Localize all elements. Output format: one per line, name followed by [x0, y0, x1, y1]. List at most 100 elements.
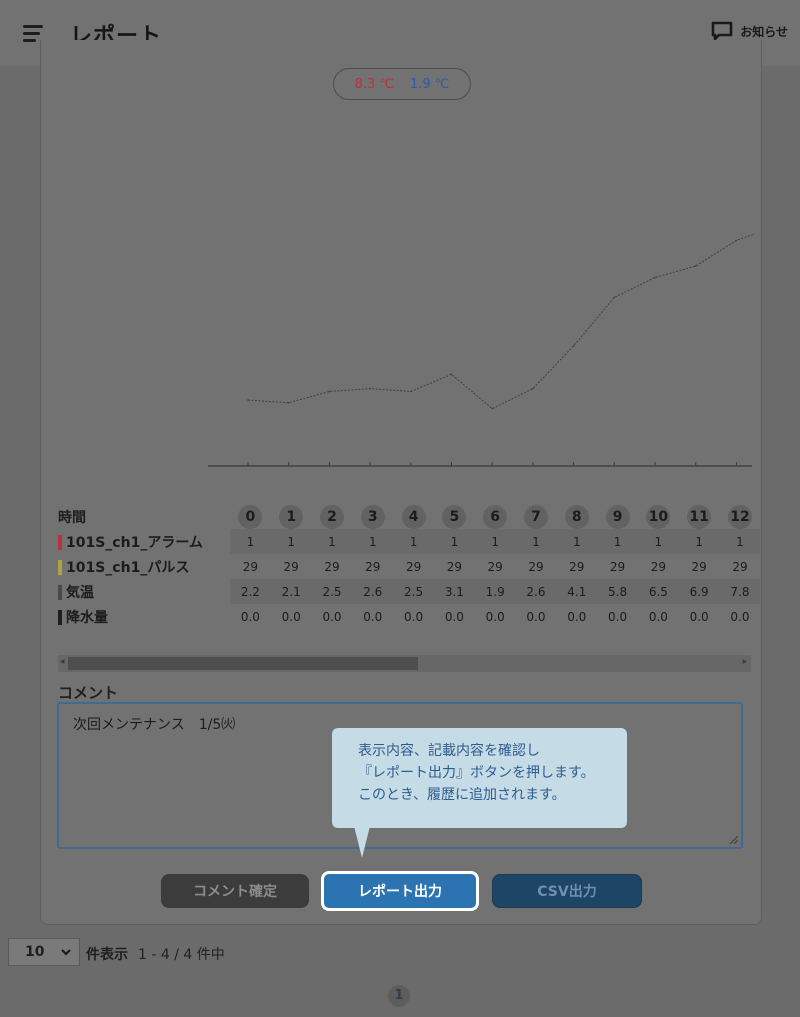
table-cell: 5.8 — [597, 579, 638, 604]
table-cell: 29 — [487, 559, 503, 574]
table-cell: 0.0 — [322, 609, 342, 624]
series-line-temperature — [247, 233, 755, 410]
hour-header: 6 — [483, 504, 508, 529]
data-point — [654, 276, 656, 279]
table-cell: 2.1 — [270, 579, 312, 604]
chat-bubble-icon — [711, 21, 733, 41]
table-row: 101S_ch1_アラーム 1 1 1 1 1 1 1 1 1 1 1 1 1 — [58, 529, 761, 554]
table-cell: 1 — [556, 529, 598, 554]
table-cell: 29 — [569, 559, 585, 574]
table-cell: 1 — [678, 529, 720, 554]
series-marker — [58, 559, 62, 575]
hour-header: 10 — [646, 504, 671, 529]
table-cell: 1 — [515, 529, 557, 554]
series-marker — [58, 609, 62, 625]
notice-label: お知らせ — [740, 24, 788, 39]
data-point — [410, 390, 412, 393]
table-cell: 0.0 — [567, 609, 587, 624]
data-table: 時間 0 1 2 3 4 5 6 7 8 9 10 11 12 101S_ch1… — [58, 504, 761, 629]
table-cell: 0.0 — [485, 609, 505, 624]
temperature-chart — [208, 233, 755, 467]
series-marker — [58, 534, 62, 550]
series-marker — [58, 584, 62, 600]
table-cell: 2.6 — [515, 579, 557, 604]
resize-grip-icon[interactable] — [728, 834, 738, 844]
table-cell: 29 — [732, 559, 748, 574]
horizontal-scrollbar[interactable]: ◂ ▸ — [58, 655, 751, 672]
hour-header: 7 — [523, 504, 548, 529]
row-label-text: 101S_ch1_アラーム — [66, 534, 203, 551]
table-cell: 7.8 — [719, 579, 761, 604]
hour-header: 4 — [401, 504, 426, 529]
csv-output-button[interactable]: CSV出力 — [492, 874, 642, 908]
hour-header: 9 — [605, 504, 630, 529]
data-point — [491, 407, 494, 410]
per-page-select[interactable]: 10 — [8, 938, 80, 966]
table-cell: 29 — [242, 559, 259, 574]
data-point — [572, 345, 575, 347]
table-cell: 0.0 — [689, 609, 709, 624]
row-label-text: 気温 — [66, 584, 94, 601]
data-point — [532, 387, 534, 390]
table-cell: 29 — [283, 559, 299, 574]
table-cell: 29 — [691, 559, 707, 574]
table-cell: 0.0 — [526, 609, 546, 624]
hour-header: 12 — [727, 504, 752, 529]
hour-header: 3 — [360, 504, 385, 529]
table-cell: 1 — [230, 529, 271, 554]
tooltip-line: このとき、履歴に追加されます。 — [358, 787, 566, 803]
data-point — [694, 265, 697, 267]
comment-confirm-button[interactable]: コメント確定 — [161, 874, 309, 908]
scroll-thumb[interactable] — [68, 657, 418, 670]
row-label: 101S_ch1_パルス — [58, 554, 230, 579]
table-cell: 2.5 — [393, 579, 434, 604]
table-cell: 1 — [311, 529, 353, 554]
data-point — [247, 399, 249, 401]
row-label: 降水量 — [58, 604, 230, 629]
table-cell: 0.0 — [444, 609, 464, 624]
hour-header: 11 — [687, 504, 712, 529]
table-cell: 1 — [719, 529, 761, 554]
data-point — [287, 402, 290, 404]
table-cell: 1 — [474, 529, 516, 554]
notice-button[interactable]: お知らせ — [710, 20, 788, 42]
legend-value-blue: 1.9 ℃ — [410, 76, 450, 92]
data-point — [613, 296, 616, 299]
row-label: 101S_ch1_アラーム — [58, 529, 230, 554]
table-cell: 29 — [324, 559, 340, 574]
scroll-left-icon[interactable]: ◂ — [60, 657, 65, 667]
data-point — [735, 239, 738, 242]
row-label-text: 降水量 — [66, 609, 108, 626]
table-cell: 29 — [650, 559, 666, 574]
header-label: 時間 — [58, 509, 86, 526]
table-cell: 29 — [405, 559, 422, 574]
table-cell: 29 — [446, 559, 463, 574]
data-point — [328, 390, 331, 393]
row-label-text: 101S_ch1_パルス — [66, 559, 190, 576]
comment-label: コメント — [58, 684, 119, 702]
table-cell: 3.1 — [433, 579, 475, 604]
table-cell: 0.0 — [240, 609, 260, 624]
per-page-value: 10 — [25, 944, 45, 960]
table-cell: 1 — [352, 529, 394, 554]
table-cell: 29 — [609, 559, 626, 574]
data-point — [369, 387, 371, 390]
hour-header: 0 — [238, 504, 263, 529]
table-cell: 2.2 — [230, 579, 271, 604]
table-row: 降水量 0.0 0.0 0.0 0.0 0.0 0.0 0.0 0.0 0.0 0.0 0.0 0.0 0… — [58, 604, 760, 629]
table-cell: 6.5 — [637, 579, 679, 604]
table-row: 気温 2.2 2.1 2.5 2.6 2.5 3.1 1.9 2.6 4.1 5.8 6.5 6.9 7.… — [58, 579, 761, 604]
help-tooltip: 表示内容、記載内容を確認し 『レポート出力』ボタンを押します。 このとき、履歴に… — [332, 728, 627, 828]
scroll-right-icon[interactable]: ▸ — [742, 657, 747, 667]
tooltip-line: 表示内容、記載内容を確認し — [358, 743, 540, 759]
comment-text: 次回メンテナンス 1/5㈫ — [73, 717, 236, 733]
hour-header: 1 — [279, 504, 304, 529]
table-cell: 1 — [597, 529, 638, 554]
table-cell: 1 — [270, 529, 312, 554]
chevron-down-icon — [61, 949, 71, 956]
table-cell: 0.0 — [363, 609, 383, 624]
hour-header: 8 — [564, 504, 589, 529]
report-output-button[interactable]: レポート出力 — [321, 871, 479, 911]
table-cell: 29 — [528, 559, 544, 574]
page-1-button[interactable]: 1 — [388, 985, 410, 1007]
